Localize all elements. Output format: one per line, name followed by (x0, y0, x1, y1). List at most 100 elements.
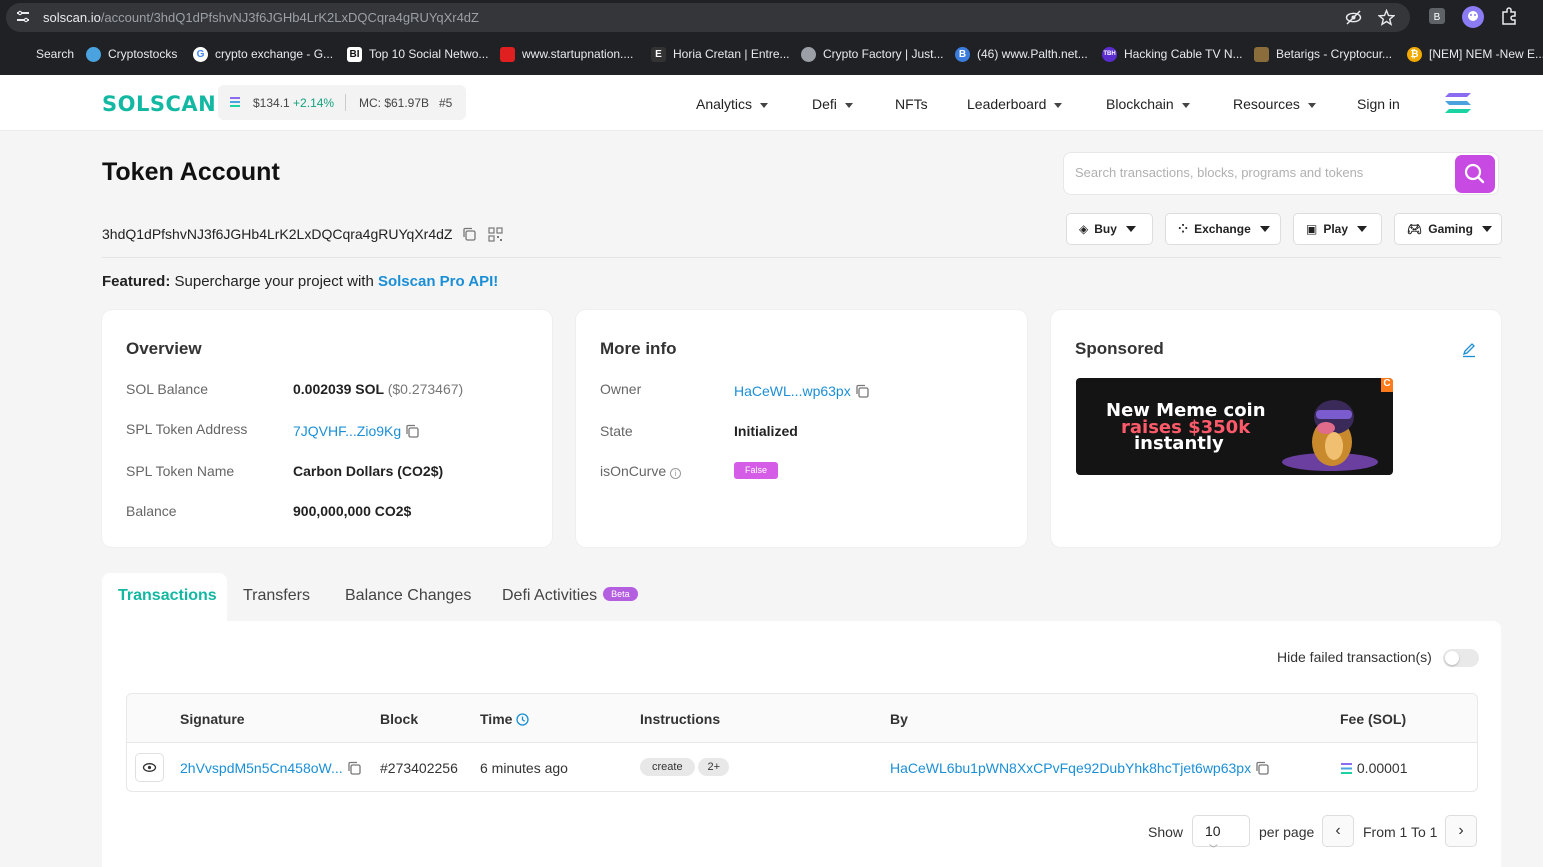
next-page-button[interactable]: › (1445, 815, 1477, 847)
nav-sign-in[interactable]: Sign in (1357, 96, 1400, 112)
sol-balance-label: SOL Balance (126, 381, 208, 397)
spl-address-link[interactable]: 7JQVHF...Zio9Kg (293, 423, 401, 439)
tab-balance-changes[interactable]: Balance Changes (345, 573, 471, 621)
view-details-button[interactable] (135, 753, 164, 782)
ad-choices-icon[interactable]: C (1381, 378, 1393, 392)
transactions-table: Signature Block Time Instructions By Fee… (126, 693, 1478, 792)
eye-slash-icon[interactable] (1345, 9, 1362, 26)
bookmark-label: www.startupnation.... (522, 47, 634, 61)
bookmark-crypto-exchange[interactable]: Gcrypto exchange - G... (193, 46, 333, 62)
hide-failed-label: Hide failed transaction(s) (1277, 649, 1432, 665)
nav-leaderboard[interactable]: Leaderboard (967, 96, 1063, 112)
bookmark-search[interactable]: Search (14, 46, 74, 62)
bookmark-palth[interactable]: B (46) www.Palth.net... (955, 46, 1088, 62)
column-signature: Signature (180, 711, 245, 727)
bookmark-top10[interactable]: BI Top 10 Social Netwo... (347, 46, 488, 62)
bookmark-startupnation[interactable]: www.startupnation.... (500, 46, 633, 62)
button-label: Play (1323, 222, 1349, 236)
google-icon: G (193, 46, 208, 62)
tag-icon: ◈ (1079, 222, 1089, 236)
search-input[interactable] (1075, 165, 1445, 180)
sponsored-ad-banner[interactable]: New Meme coin raises $350k instantly C (1076, 378, 1393, 475)
nav-defi[interactable]: Defi (812, 96, 853, 112)
column-time-label: Time (480, 711, 513, 727)
hide-failed-toggle[interactable] (1443, 649, 1479, 667)
price-change: +2.14% (293, 96, 335, 110)
bitcoin-icon: ₿ (1407, 46, 1422, 62)
mascot-illustration (1282, 400, 1378, 471)
spl-address: 7JQVHF...Zio9Kg (293, 423, 419, 439)
nav-nfts[interactable]: NFTs (895, 96, 928, 112)
bookmark-horia[interactable]: E Horia Cretan | Entre... (651, 46, 790, 62)
extension-b-icon[interactable]: B (1427, 6, 1449, 28)
button-label: Buy (1094, 222, 1117, 236)
instruction-chip[interactable]: create (640, 758, 695, 776)
clock-icon[interactable] (516, 713, 529, 726)
buy-button[interactable]: ◈ Buy (1066, 213, 1153, 245)
solscan-pro-api-link[interactable]: Solscan Pro API! (378, 273, 498, 290)
account-address-row: 3hdQ1dPfshvNJ3f6JGHb4LrK2LxDQCqra4gRUYqX… (102, 226, 503, 242)
page-title: Token Account (102, 158, 280, 186)
copy-icon[interactable] (1255, 761, 1269, 775)
card-title: Sponsored (1075, 339, 1164, 358)
column-time[interactable]: Time (480, 711, 529, 727)
star-icon[interactable] (1378, 9, 1395, 26)
gaming-button[interactable]: 🎮︎ Gaming (1394, 213, 1502, 245)
bookmark-nem[interactable]: ₿ [NEM] NEM -New E... (1407, 46, 1543, 62)
sol-price-pill[interactable]: $134.1 +2.14% MC: $61.97B #5 (218, 85, 466, 120)
search-button[interactable] (1455, 155, 1495, 193)
edit-icon[interactable] (1461, 342, 1477, 358)
tab-defi-activities[interactable]: Defi Activities Beta (502, 573, 638, 621)
search-icon (14, 46, 29, 62)
chevron-left-icon: ‹ (1335, 822, 1341, 839)
more-instructions-chip[interactable]: 2+ (698, 758, 730, 776)
info-icon[interactable]: i (670, 468, 682, 479)
bookmark-label: Hacking Cable TV N... (1124, 47, 1243, 61)
by-address-link[interactable]: HaCeWL6bu1pWN8XxCPvFqe92DubYhk8hcTjet6wp… (890, 760, 1251, 776)
nav-analytics[interactable]: Analytics (696, 96, 769, 112)
tab-transactions[interactable]: Transactions (102, 573, 227, 621)
bookmark-label: [NEM] NEM -New E... (1429, 47, 1543, 61)
nav-blockchain[interactable]: Blockchain (1106, 96, 1190, 112)
solscan-logo[interactable]: SOLSCAN (102, 92, 216, 116)
owner-label: Owner (600, 381, 642, 397)
button-label: Gaming (1428, 222, 1473, 236)
page-range-label: From 1 To 1 (1363, 824, 1438, 840)
signature-link[interactable]: 2hVvspdM5n5Cn458oW... (180, 760, 343, 776)
per-page-select[interactable]: 10 ﹀ (1192, 815, 1250, 854)
copy-icon[interactable] (347, 761, 361, 775)
tab-label: Defi Activities (502, 587, 598, 604)
qr-code-icon[interactable] (488, 227, 503, 242)
card-title: More info (600, 339, 677, 358)
prev-page-button[interactable]: ‹ (1322, 815, 1354, 847)
nav-resources[interactable]: Resources (1233, 96, 1316, 112)
globe-icon (801, 46, 816, 62)
play-button[interactable]: ▣ Play (1293, 213, 1382, 245)
bookmark-hacking[interactable]: TBH Hacking Cable TV N... (1102, 46, 1243, 62)
bookmark-cryptostocks[interactable]: Cryptostocks (86, 46, 177, 62)
copy-icon[interactable] (405, 424, 419, 438)
tbh-icon: TBH (1102, 46, 1117, 62)
bookmark-betarigs[interactable]: Betarigs - Cryptocur... (1254, 46, 1392, 62)
owner-link[interactable]: HaCeWL...wp63px (734, 383, 851, 399)
copy-icon[interactable] (855, 384, 869, 398)
extensions-puzzle-icon[interactable] (1499, 6, 1521, 28)
exchange-button[interactable]: ⁘ Exchange (1165, 213, 1281, 245)
copy-icon[interactable] (462, 227, 476, 241)
block-link[interactable]: #273402256 (380, 760, 458, 776)
show-label: Show (1148, 824, 1184, 840)
profile-avatar-icon[interactable] (1461, 5, 1484, 28)
curve-label-text: isOnCurve (600, 463, 667, 479)
address-bar[interactable]: solscan.io/account/3hdQ1dPfshvNJ3f6JGHb4… (6, 3, 1410, 32)
spl-address-label: SPL Token Address (126, 421, 248, 437)
bookmark-crypto-factory[interactable]: Crypto Factory | Just... (801, 46, 943, 62)
fee-cell: 0.00001 (1340, 760, 1408, 776)
solana-menu-icon[interactable] (1444, 92, 1472, 114)
url-domain: solscan.io (43, 10, 101, 25)
balance-value: 900,000,000 CO2$ (293, 503, 412, 519)
site-info-icon[interactable] (16, 10, 30, 24)
spl-name: Carbon Dollars (CO2$) (293, 463, 444, 479)
tab-transfers[interactable]: Transfers (243, 573, 310, 621)
time-cell: 6 minutes ago (480, 760, 568, 776)
url-text[interactable]: solscan.io/account/3hdQ1dPfshvNJ3f6JGHb4… (43, 10, 479, 25)
